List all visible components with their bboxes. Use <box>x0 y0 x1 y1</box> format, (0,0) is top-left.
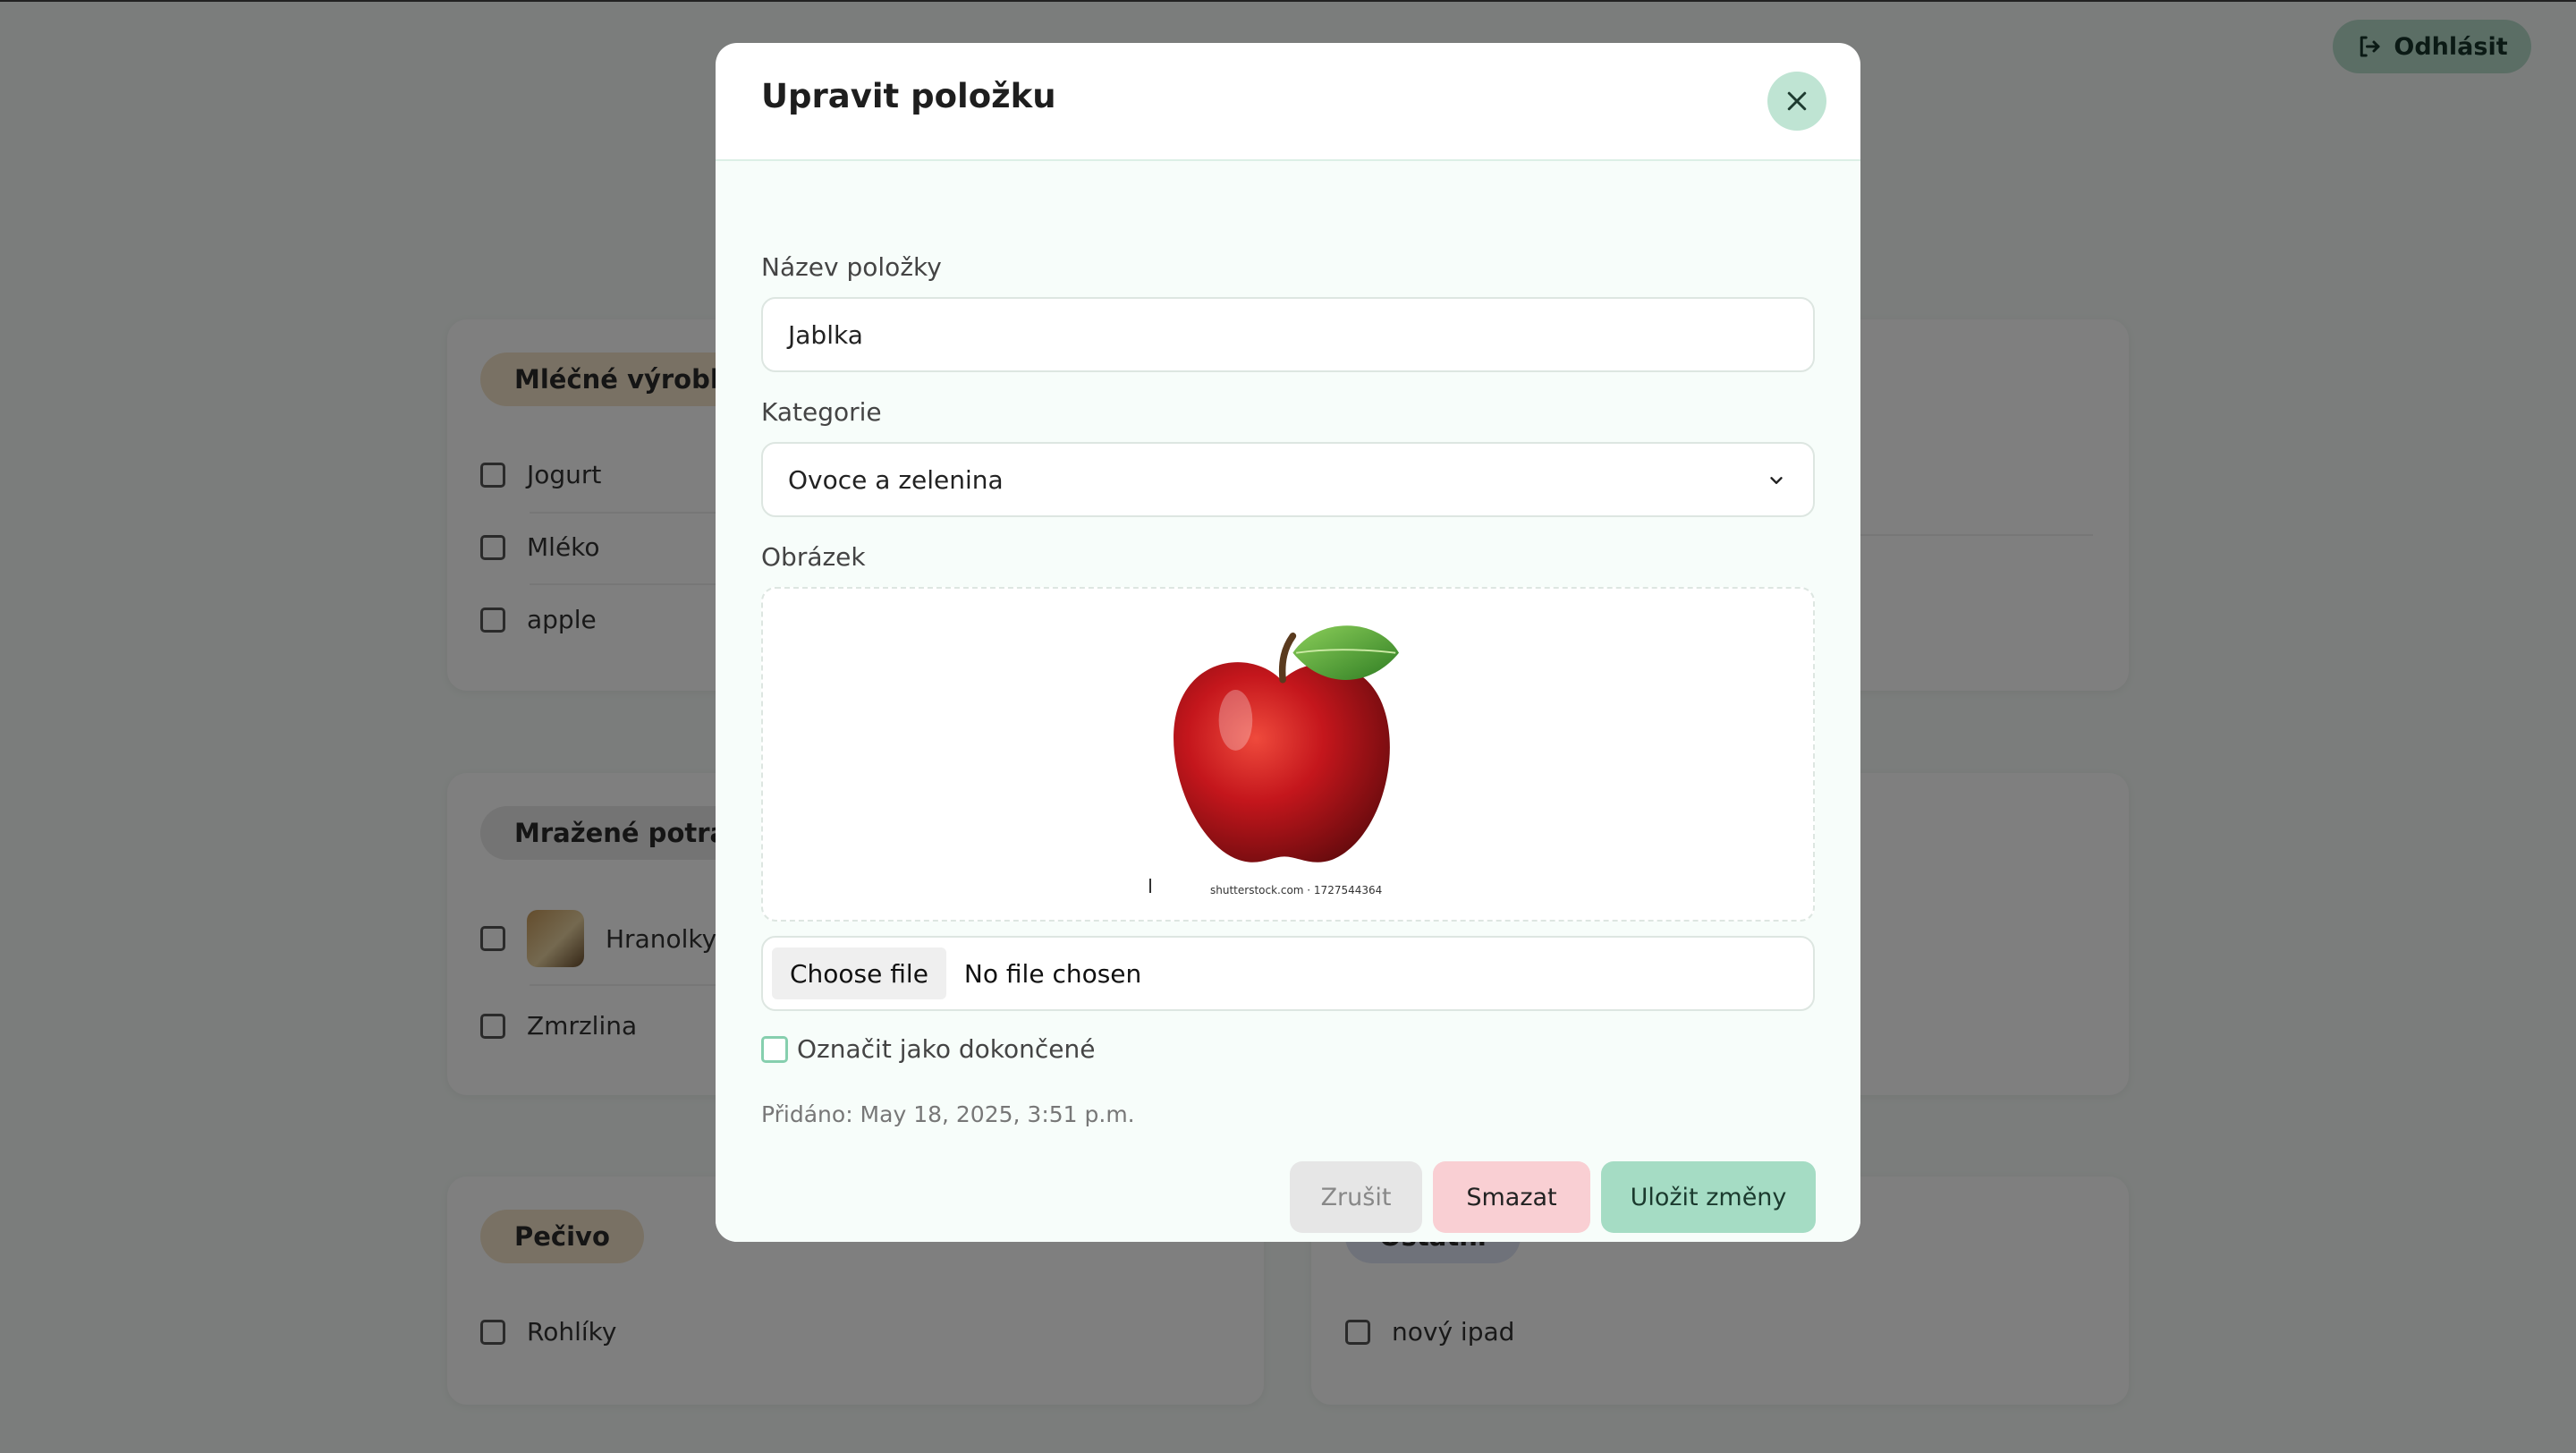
modal-title: Upravit položku <box>761 77 1056 115</box>
image-preview: shutterstock.com · 1727544364 <box>761 587 1815 922</box>
image-cursor-mark <box>1149 879 1151 893</box>
no-file-text: No file chosen <box>963 958 1142 989</box>
edit-item-modal: Upravit položku Název položky Jablka Kat… <box>716 43 1860 1242</box>
delete-button[interactable]: Smazat <box>1433 1161 1590 1233</box>
image-label: Obrázek <box>761 542 866 572</box>
category-select[interactable]: Ovoce a zelenina <box>761 442 1815 517</box>
category-label: Kategorie <box>761 397 882 427</box>
name-input-value: Jablka <box>788 319 863 350</box>
close-button[interactable] <box>1767 72 1826 131</box>
cancel-button[interactable]: Zrušit <box>1290 1161 1422 1233</box>
mark-done-label: Označit jako dokončené <box>797 1034 1096 1064</box>
mark-done-checkbox[interactable] <box>761 1035 788 1063</box>
file-input[interactable]: Choose file No file chosen <box>761 936 1815 1011</box>
modal-header: Upravit položku <box>716 43 1860 161</box>
chevron-down-icon <box>1770 477 1783 484</box>
name-label: Název položky <box>761 252 942 282</box>
image-watermark-caption: shutterstock.com · 1727544364 <box>1210 884 1383 896</box>
modal-body: Název položky Jablka Kategorie Ovoce a z… <box>716 161 1860 1242</box>
choose-file-button[interactable]: Choose file <box>772 947 946 999</box>
name-input[interactable]: Jablka <box>761 297 1815 372</box>
apple-image <box>1174 625 1399 862</box>
close-icon <box>1787 91 1807 111</box>
mark-done-option[interactable]: Označit jako dokončené <box>761 1034 1095 1064</box>
save-changes-button[interactable]: Uložit změny <box>1601 1161 1816 1233</box>
category-select-value: Ovoce a zelenina <box>788 464 1004 495</box>
added-timestamp: Přidáno: May 18, 2025, 3:51 p.m. <box>761 1101 1135 1127</box>
